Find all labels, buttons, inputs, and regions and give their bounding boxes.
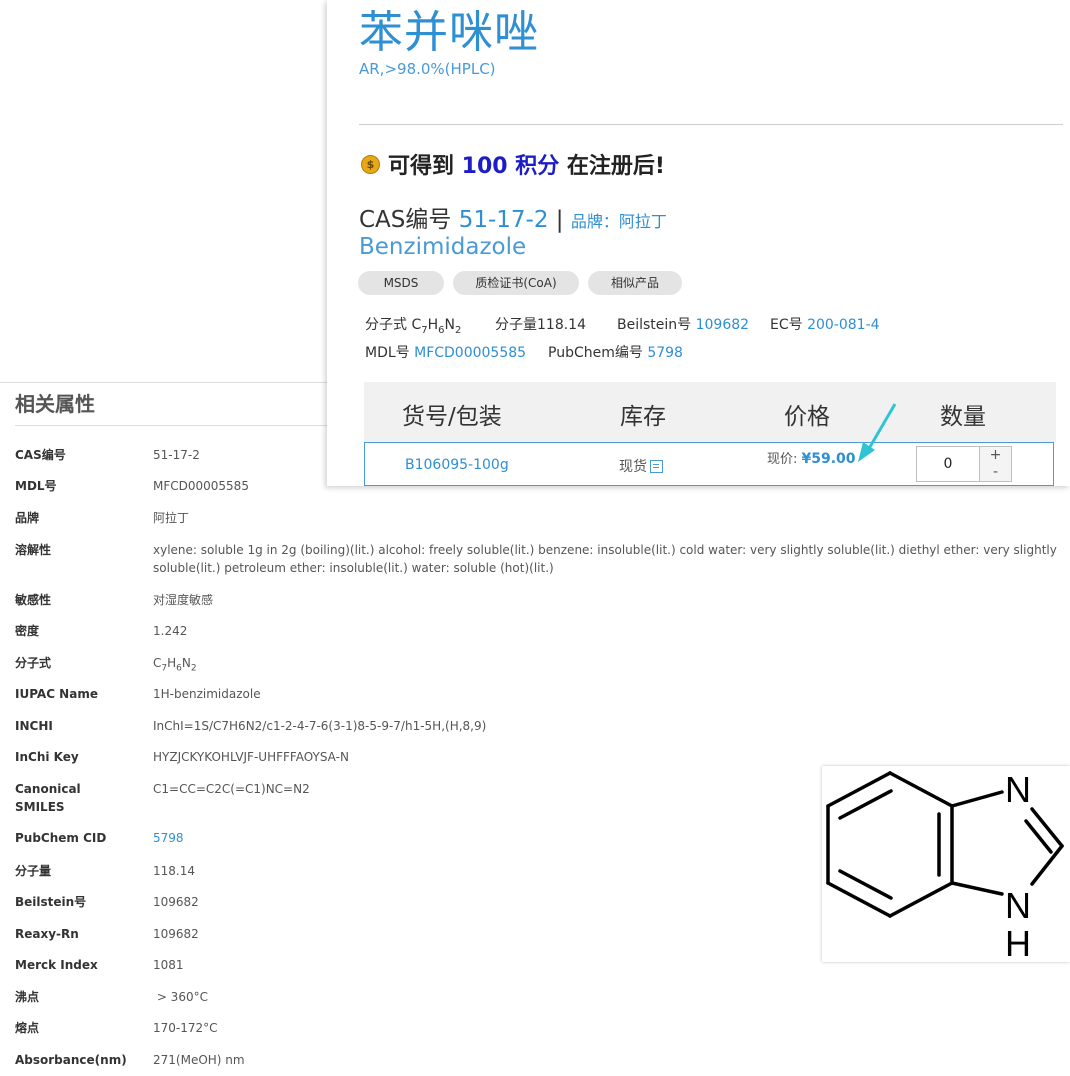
prop-value-formula: C7H6N2	[153, 656, 197, 674]
cas-number: 51-17-2	[458, 207, 549, 233]
prop-value: 阿拉丁	[153, 511, 190, 525]
prop-value: InChI=1S/C7H6N2/c1-2-4-7-6(3-1)8-5-9-7/h…	[153, 719, 487, 733]
section-divider-top	[0, 382, 330, 383]
prop-value: xylene: soluble 1g in 2g (boiling)(lit.)…	[153, 543, 1057, 575]
prop-key: INCHI	[15, 719, 53, 733]
msds-button[interactable]: MSDS	[358, 271, 444, 295]
prop-key: 溶解性	[15, 543, 52, 557]
formula: 分子式 C7H6N2	[365, 317, 462, 336]
stock-status: 现货	[619, 456, 663, 476]
prop-key: IUPAC Name	[15, 687, 98, 701]
ec-number: EC号 200-081-4	[770, 317, 880, 333]
price-table-header: 货号/包装 库存 价格 数量	[364, 382, 1056, 442]
prop-key: InChi Key	[15, 750, 79, 764]
cas-line: CAS编号 51-17-2 | 品牌：阿拉丁	[359, 207, 667, 233]
prop-value: 1.242	[153, 624, 188, 638]
prop-key: Reaxy-Rn	[15, 927, 79, 941]
quantity-input[interactable]: 0	[917, 447, 980, 481]
section-divider	[15, 425, 335, 426]
table-row: B106095-100g 现货 现价: ¥59.00 0 + -	[364, 442, 1054, 486]
prop-key: MDL号	[15, 479, 57, 493]
beilstein: Beilstein号 109682	[617, 317, 750, 333]
divider	[359, 124, 1063, 125]
prop-value: 1H-benzimidazole	[153, 687, 261, 701]
benzimidazole-structure-drawing: N N H	[826, 769, 1064, 964]
hydrogen-atom: H	[1005, 923, 1031, 962]
coin-icon: $	[361, 154, 380, 174]
header-quantity: 数量	[940, 404, 986, 430]
header-price: 价格	[784, 404, 830, 430]
document-buttons: MSDS 质检证书(CoA) 相似产品	[358, 271, 691, 295]
sku-link[interactable]: B106095-100g	[405, 457, 509, 473]
prop-value: > 360°C	[153, 990, 208, 1004]
molecule-structure-image: N N H	[822, 766, 1070, 964]
product-english-name: Benzimidazole	[359, 234, 527, 260]
header-stock: 库存	[620, 404, 666, 430]
coa-button[interactable]: 质检证书(CoA)	[453, 271, 579, 295]
mdl-link[interactable]: MFCD00005585	[414, 345, 526, 361]
mdl: MDL号 MFCD00005585	[365, 344, 527, 361]
decrement-button[interactable]: -	[980, 464, 1011, 481]
stock-detail-icon[interactable]	[650, 459, 663, 473]
beilstein-link[interactable]: 109682	[696, 317, 749, 333]
prop-key: Merck Index	[15, 958, 98, 972]
arrow-annotation-icon	[858, 403, 897, 462]
nitrogen-atom-nh: N	[1005, 885, 1031, 926]
pubchem: PubChem编号 5798	[548, 344, 683, 361]
prop-key: Canonical SMILES	[15, 782, 81, 814]
prop-value: HYZJCKYKOHLVJF-UHFFFAOYSA-N	[153, 750, 349, 764]
increment-button[interactable]: +	[980, 447, 1011, 465]
price: 现价: ¥59.00	[767, 451, 856, 467]
product-grade: AR,>98.0%(HPLC)	[359, 60, 496, 78]
prop-key: Beilstein号	[15, 895, 87, 909]
header-sku: 货号/包装	[402, 404, 502, 430]
prop-value: 170-172°C	[153, 1021, 218, 1035]
prop-key: 品牌	[15, 511, 40, 525]
product-title: 苯并咪唑	[359, 7, 539, 58]
pubchem-link[interactable]: 5798	[647, 345, 683, 361]
molecular-weight: 分子量118.14	[495, 317, 586, 333]
prop-key: Absorbance(nm)	[15, 1053, 127, 1067]
prop-key: PubChem CID	[15, 831, 107, 845]
prop-key: CAS编号	[15, 448, 66, 462]
nitrogen-atom: N	[1005, 769, 1031, 810]
brand-link[interactable]: 品牌：阿拉丁	[571, 212, 667, 231]
prop-key: 密度	[15, 624, 40, 638]
prop-key: 沸点	[15, 990, 40, 1004]
prop-key: 熔点	[15, 1021, 40, 1035]
prop-key: 分子量	[15, 864, 52, 878]
properties-title: 相关属性	[15, 392, 95, 416]
product-properties: 分子式 C7H6N2 分子量118.14 Beilstein号 109682 E…	[365, 314, 880, 365]
product-panel: 苯并咪唑 AR,>98.0%(HPLC) $ 可得到 100 积分 在注册后! C…	[327, 0, 1070, 486]
prop-key: 敏感性	[15, 593, 52, 607]
prop-key: 分子式	[15, 656, 52, 670]
prop-value: 对湿度敏感	[153, 593, 214, 607]
similar-products-button[interactable]: 相似产品	[588, 271, 682, 295]
ec-link[interactable]: 200-081-4	[807, 317, 879, 333]
prop-value: 271(MeOH) nm	[153, 1053, 245, 1067]
reward-points: $ 可得到 100 积分 在注册后!	[361, 148, 665, 180]
quantity-stepper: 0 + -	[916, 446, 1012, 482]
